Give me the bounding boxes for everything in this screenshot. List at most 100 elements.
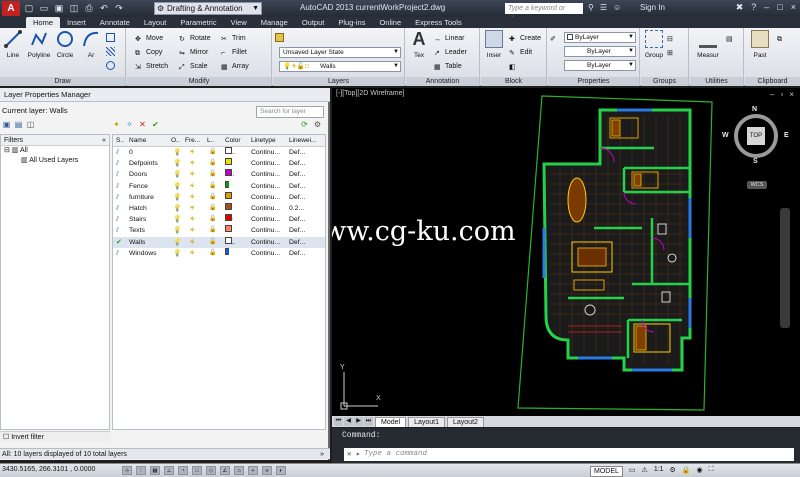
- lock-icon[interactable]: 🔓: [209, 203, 216, 214]
- sun-icon[interactable]: ☀: [189, 158, 195, 169]
- layer-row[interactable]: ⫽ Hatch 💡 ☀ 🔓 27 Continu... 0.2...: [113, 202, 325, 214]
- tab-annotate[interactable]: Annotate: [93, 17, 137, 28]
- lock-icon[interactable]: 🔒: [682, 466, 691, 477]
- model-space-button[interactable]: MODEL: [590, 466, 623, 477]
- layer-row[interactable]: ⫽ 0 💡 ☀ 🔓 w... Continu... Def...: [113, 147, 325, 158]
- layer-row[interactable]: ⫽ Windows 💡 ☀ 🔓 5 Continu... Def...: [113, 247, 325, 259]
- close-icon[interactable]: ×: [791, 2, 796, 13]
- lock-icon[interactable]: 🔓: [209, 181, 216, 192]
- tab-home[interactable]: Home: [26, 17, 61, 28]
- tab-model[interactable]: Model: [375, 416, 407, 427]
- layer-color[interactable]: w...: [225, 236, 235, 248]
- ellipse-icon[interactable]: [106, 60, 117, 71]
- copy-button[interactable]: ⧉ Copy: [135, 47, 162, 58]
- tab-online[interactable]: Online: [372, 17, 408, 28]
- polar-icon[interactable]: ◔: [178, 466, 188, 475]
- tab-view[interactable]: View: [224, 17, 254, 28]
- sun-icon[interactable]: ☀: [189, 203, 195, 214]
- sun-icon[interactable]: ☀: [189, 248, 195, 259]
- grid-icon[interactable]: ▦: [150, 466, 160, 475]
- col-linetype[interactable]: Linetype: [251, 135, 276, 147]
- layer-name[interactable]: Windows: [129, 248, 157, 259]
- new-group-filter-icon[interactable]: ▤: [14, 120, 23, 129]
- fillet-button[interactable]: ⌐ Fillet: [221, 47, 247, 58]
- layer-lineweight[interactable]: Def...: [289, 169, 305, 180]
- lineweight-icon[interactable]: ≡: [262, 466, 272, 475]
- layer-name[interactable]: furniture: [129, 192, 154, 203]
- calculator-icon[interactable]: ▤: [726, 33, 737, 44]
- layer-name[interactable]: Walls: [129, 237, 145, 248]
- sun-icon[interactable]: ☀: [189, 147, 195, 158]
- layer-lineweight[interactable]: Def...: [289, 214, 305, 225]
- layer-lineweight[interactable]: Def...: [289, 192, 305, 203]
- quick-view-icon[interactable]: ▭: [629, 466, 636, 477]
- array-button[interactable]: ▦ Array: [221, 61, 249, 72]
- layer-color[interactable]: 5: [225, 247, 229, 259]
- workspace-select[interactable]: ⚙ Drafting & Annotation ▼: [154, 2, 262, 15]
- sun-icon[interactable]: ☀: [189, 169, 195, 180]
- collapse-icon[interactable]: «: [102, 135, 106, 146]
- infer-constraints-icon[interactable]: ⊹: [122, 466, 132, 475]
- tab-layout[interactable]: Layout: [137, 17, 174, 28]
- sun-icon[interactable]: ☀: [189, 237, 195, 248]
- layer-lineweight[interactable]: Def...: [289, 158, 305, 169]
- circle-button[interactable]: Circle: [54, 30, 76, 59]
- layer-lineweight[interactable]: 0.2...: [289, 203, 304, 214]
- linetype-select[interactable]: ByLayer ▼: [564, 60, 636, 71]
- ortho-icon[interactable]: ⊥: [164, 466, 174, 475]
- layer-state-select[interactable]: Unsaved Layer State ▼: [279, 47, 401, 58]
- text-button[interactable]: A Tex: [408, 30, 430, 59]
- viewcube[interactable]: TOP N S W E: [722, 106, 789, 165]
- layer-color[interactable]: 10: [225, 214, 233, 225]
- lock-icon[interactable]: 🔓: [209, 147, 216, 158]
- layer-row[interactable]: ⫽ Defpoints 💡 ☀ 🔓 51 Continu... Def...: [113, 158, 325, 169]
- linear-button[interactable]: ↔ Linear: [434, 33, 464, 44]
- lock-icon[interactable]: 🔓: [209, 237, 216, 248]
- open-icon[interactable]: ▭: [39, 3, 49, 13]
- new-layer-frozen-icon[interactable]: ✧: [125, 120, 134, 129]
- bulb-icon[interactable]: 💡: [173, 203, 181, 214]
- tab-manage[interactable]: Manage: [254, 17, 295, 28]
- command-input[interactable]: ✕ ▸ Type a command: [344, 448, 794, 461]
- layer-linetype[interactable]: Continu...: [251, 192, 280, 203]
- group-edit-icon[interactable]: ⊞: [667, 47, 678, 58]
- next-layout-icon[interactable]: ▶: [354, 417, 363, 426]
- layer-color[interactable]: 3: [225, 180, 229, 192]
- annotation-scale-icon[interactable]: ⚠: [642, 466, 648, 477]
- layer-lineweight[interactable]: Def...: [289, 147, 305, 158]
- layer-name[interactable]: Doors: [129, 169, 147, 180]
- tab-layout1[interactable]: Layout1: [408, 416, 445, 427]
- trim-button[interactable]: ✂ Trim: [221, 33, 246, 44]
- leader-button[interactable]: ↗ Leader: [434, 47, 467, 58]
- last-layout-icon[interactable]: ⏭: [364, 417, 373, 426]
- layer-color[interactable]: 27: [225, 202, 233, 214]
- prev-layout-icon[interactable]: ◀: [344, 417, 353, 426]
- application-menu-button[interactable]: A: [2, 1, 20, 16]
- layer-row[interactable]: ✔ Walls 💡 ☀ 🔓 w... Continu... Def...: [113, 236, 325, 248]
- layer-linetype[interactable]: Continu...: [251, 248, 280, 259]
- layer-linetype[interactable]: Continu...: [251, 147, 280, 158]
- subscription-icon[interactable]: ☰: [600, 3, 607, 12]
- search-icon[interactable]: ⚲: [588, 3, 594, 12]
- layer-linetype[interactable]: Continu...: [251, 214, 280, 225]
- arc-button[interactable]: Ar: [80, 30, 102, 59]
- lock-icon[interactable]: 🔓: [209, 169, 216, 180]
- polyline-button[interactable]: Polyline: [26, 30, 52, 59]
- layer-lineweight[interactable]: Def...: [289, 181, 305, 192]
- layer-name[interactable]: Stairs: [129, 214, 146, 225]
- bulb-icon[interactable]: 💡: [173, 192, 181, 203]
- sun-icon[interactable]: ☀: [189, 225, 195, 236]
- col-on[interactable]: O..: [171, 135, 180, 147]
- layer-color[interactable]: 11: [225, 225, 232, 236]
- lock-icon[interactable]: 🔓: [209, 158, 216, 169]
- color-select[interactable]: ByLayer ▼: [564, 32, 636, 43]
- delete-layer-icon[interactable]: ✕: [138, 120, 147, 129]
- bulb-icon[interactable]: 💡: [173, 237, 181, 248]
- paste-button[interactable]: Past: [749, 30, 771, 59]
- close-icon[interactable]: ✕ ▸: [347, 449, 361, 462]
- layer-name[interactable]: Hatch: [129, 203, 147, 214]
- tab-output[interactable]: Output: [295, 17, 332, 28]
- annotation-scale[interactable]: 1:1: [654, 466, 664, 477]
- sun-icon[interactable]: ☀: [189, 192, 195, 203]
- maximize-icon[interactable]: □: [777, 2, 782, 13]
